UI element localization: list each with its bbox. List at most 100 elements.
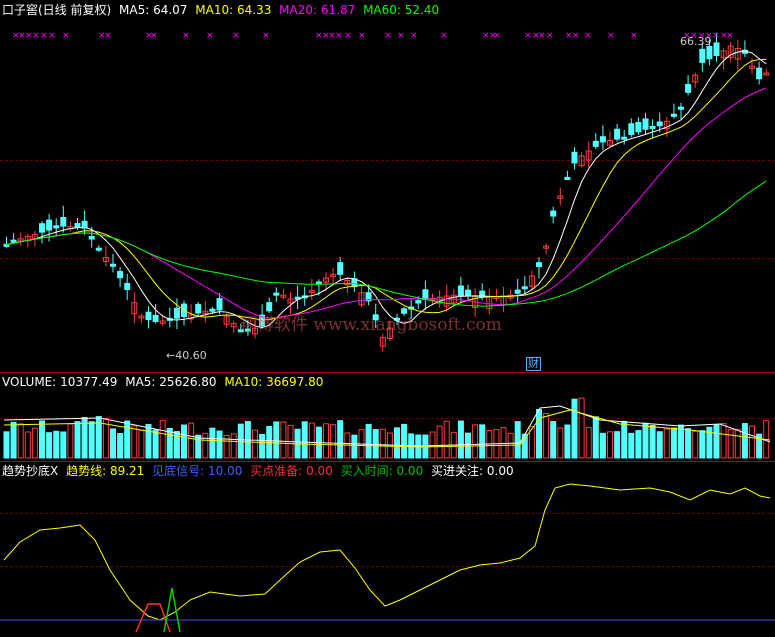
candle-body (415, 300, 422, 304)
volume-bar (720, 423, 727, 459)
volume-bar (472, 424, 479, 459)
volume-bar (656, 431, 663, 459)
volume-bar (10, 421, 17, 459)
candle-body (621, 136, 628, 140)
candle-body (592, 140, 599, 147)
volume-bar (457, 420, 464, 459)
candle-body (337, 262, 344, 275)
volume-bar (195, 434, 202, 459)
candle-body (699, 48, 706, 63)
candle-body (46, 219, 53, 231)
signal-cross-icon: × (410, 31, 418, 41)
signal-cross-icon: × (150, 31, 158, 41)
volume-bar (39, 420, 45, 459)
volume-bar (685, 428, 692, 459)
signal-cross-icon: × (546, 31, 554, 41)
candle-body (649, 125, 656, 129)
signal-cross-icon: × (262, 31, 270, 41)
trend-line (3, 483, 771, 621)
signal-cross-icon: × (104, 31, 112, 41)
volume-bar (379, 428, 386, 459)
volume-bar (46, 432, 53, 459)
volume-bar (514, 421, 521, 459)
volume-bar (209, 427, 216, 459)
candle-body (713, 42, 720, 56)
high-price-marker: 66.39 (680, 35, 712, 48)
volume-bar (543, 413, 550, 459)
volume-bar (628, 432, 635, 459)
candle-body (209, 308, 216, 312)
low-price-marker: ←40.60 (166, 349, 207, 362)
volume-bar (166, 427, 173, 459)
candle-body (95, 247, 102, 251)
volume-bar (181, 424, 187, 459)
volume-bar (557, 427, 564, 459)
candle-body (39, 223, 45, 233)
volume-bar (202, 432, 209, 459)
volume-bar (88, 421, 95, 459)
signal-cross-icon: × (493, 31, 501, 41)
finance-flag[interactable]: 财 (526, 357, 541, 371)
volume-bar (734, 428, 741, 459)
candle-body (195, 303, 202, 314)
volume-bar (564, 424, 571, 459)
volume-bar (571, 398, 578, 459)
candle-body (678, 106, 684, 110)
candle-body (514, 289, 521, 294)
signal-cross-icon: × (232, 31, 240, 41)
volume-bar (159, 420, 166, 459)
candle-body (635, 121, 642, 133)
signal-cross-icon: × (726, 31, 734, 41)
candle-body (117, 271, 124, 279)
signal-cross-icon: × (440, 31, 448, 41)
volume-bar (663, 428, 670, 459)
volume-bar (436, 425, 443, 459)
candle-body (173, 307, 180, 319)
volume-bar (131, 425, 138, 459)
volume-bar (145, 423, 152, 459)
volume-bar (699, 430, 706, 459)
volume-bar (138, 429, 145, 459)
volume-bar (74, 421, 81, 459)
volume-bar (323, 423, 329, 459)
signal-cross-icon: × (538, 31, 546, 41)
signal-cross-icon: × (584, 31, 592, 41)
signal-cross-icon: × (62, 31, 70, 41)
volume-bar (110, 428, 116, 459)
signal-cross-icon: × (32, 31, 40, 41)
volume-bar (741, 423, 748, 459)
volume-bar (649, 424, 656, 459)
candle-body (124, 283, 131, 290)
volume-bar (394, 427, 400, 459)
candle-body (88, 236, 95, 240)
candle-body (10, 239, 17, 243)
volume-bar (337, 420, 344, 459)
volume-bar (252, 429, 258, 459)
volume-bar (599, 432, 606, 459)
candle-body (60, 217, 67, 227)
volume-bar (429, 431, 436, 459)
candle-body (706, 46, 713, 60)
volume-bar (635, 430, 642, 459)
candle-body (656, 121, 663, 127)
candle-body (53, 225, 60, 229)
volume-bar (230, 433, 237, 459)
candle-body (685, 84, 692, 93)
volume-bar (614, 431, 621, 459)
candle-body (422, 289, 429, 301)
candle-body (521, 286, 528, 290)
volume-bar (621, 420, 628, 459)
signal-cross-icon: × (397, 31, 405, 41)
candle-body (216, 298, 223, 311)
candle-body (145, 311, 152, 321)
volume-bar (67, 423, 74, 459)
volume-bar (500, 427, 507, 459)
candle-body (152, 314, 159, 322)
volume-bar (401, 423, 408, 459)
volume-bar (749, 425, 755, 459)
volume-bar (372, 429, 379, 459)
candle-body (74, 223, 81, 228)
volume-bar (670, 427, 677, 459)
candle-body (571, 151, 578, 164)
volume-bar (330, 424, 337, 459)
